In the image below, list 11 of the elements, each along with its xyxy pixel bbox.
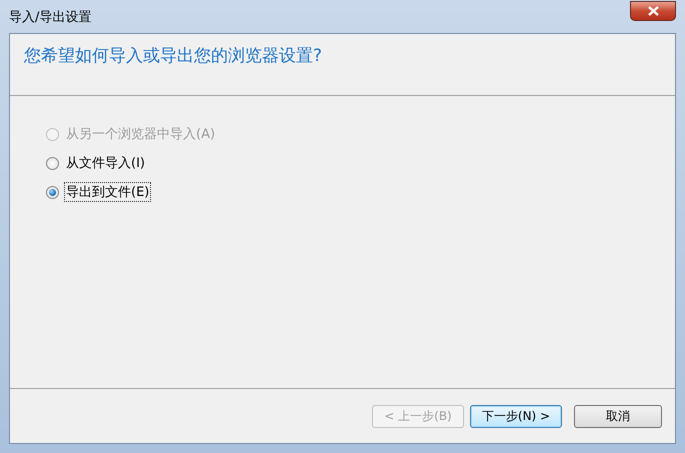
header-question: 您希望如何导入或导出您的浏览器设置? bbox=[24, 46, 322, 66]
close-icon bbox=[648, 6, 658, 16]
radio-button[interactable] bbox=[46, 186, 59, 198]
option-label: 从文件导入(I) bbox=[65, 155, 146, 173]
window-title: 导入/导出设置 bbox=[9, 8, 92, 26]
option-label: 导出到文件(E) bbox=[64, 182, 152, 202]
close-button[interactable] bbox=[630, 0, 676, 20]
next-button[interactable]: 下一步(N) > bbox=[470, 404, 562, 428]
radio-button[interactable] bbox=[46, 156, 59, 170]
cancel-button[interactable]: 取消 bbox=[574, 404, 662, 428]
option-label: 从另一个浏览器中导入(A) bbox=[65, 126, 216, 144]
